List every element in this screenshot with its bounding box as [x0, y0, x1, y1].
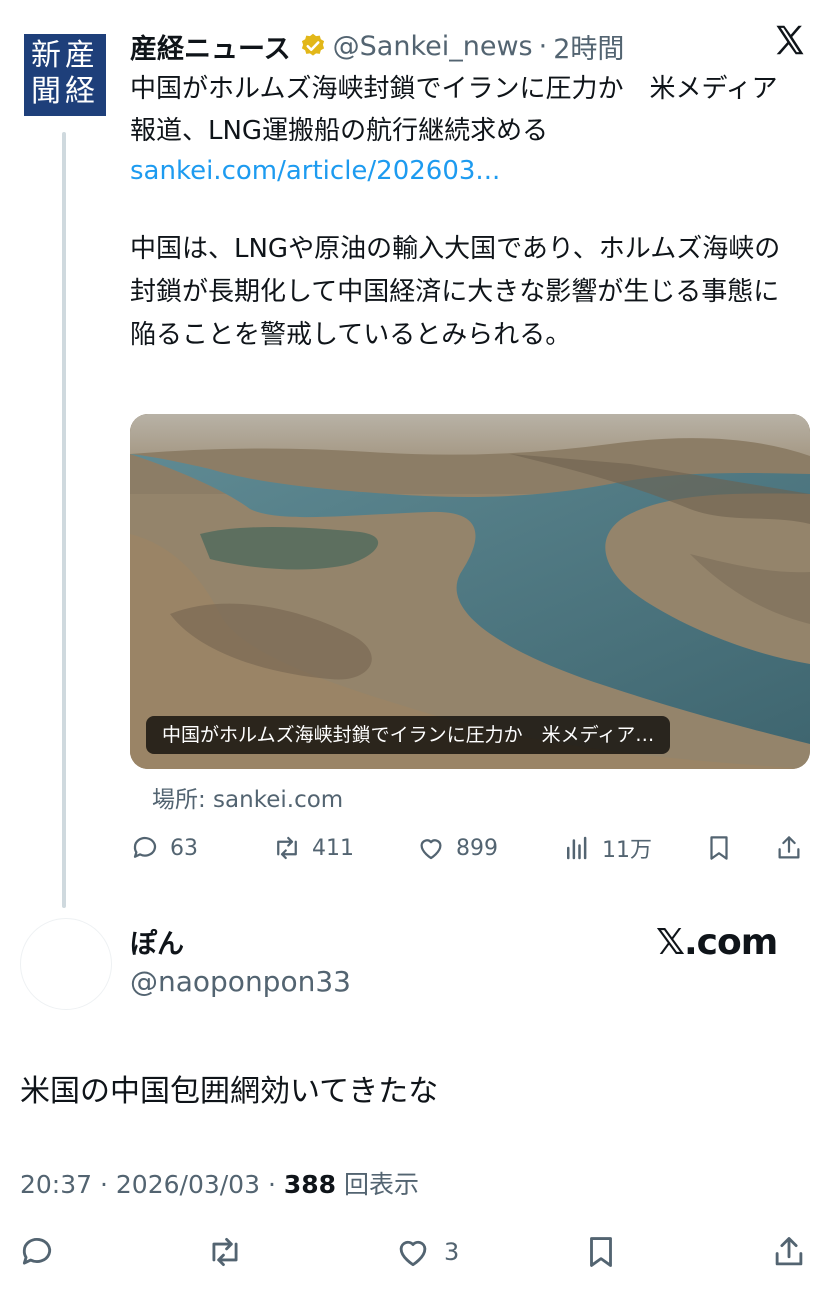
reply-icon — [133, 836, 157, 858]
bookmark-button[interactable] — [704, 828, 744, 868]
card-source[interactable]: 場所: sankei.com — [152, 780, 343, 814]
repost-count: 411 — [312, 835, 354, 861]
sankei-logo[interactable]: 新産 聞経 — [24, 34, 106, 116]
logo-text-top: 新産 — [31, 38, 99, 73]
repost-button[interactable]: 411 — [272, 828, 354, 868]
reply-text: 米国の中国包囲網効いてきたな — [20, 1074, 439, 1109]
reply-like-count: 3 — [444, 1238, 460, 1266]
separator-dot: · — [538, 30, 548, 62]
views-button[interactable]: 11万 — [562, 828, 652, 868]
quoted-action-bar: 63 411 899 11万 — [130, 828, 810, 868]
x-logo-icon[interactable] — [770, 22, 810, 62]
meta-separator: · — [100, 1170, 116, 1199]
heart-icon — [420, 839, 442, 860]
bookmark-icon — [710, 836, 728, 860]
repost-icon — [212, 1237, 238, 1267]
reply-time[interactable]: 20:37 — [20, 1170, 92, 1199]
reply-reply-button[interactable] — [18, 1230, 56, 1274]
article-link[interactable]: sankei.com/article/202603... — [130, 150, 500, 192]
bookmark-icon — [590, 1237, 612, 1267]
reply-views-label: 回表示 — [344, 1170, 420, 1199]
quoted-author-name[interactable]: 産経ニュース — [130, 27, 291, 66]
reply-count: 63 — [170, 835, 198, 861]
quoted-title: 中国がホルムズ海峡封鎖でイランに圧力か 米メディア報道、LNG運搬船の航行継続求… — [130, 74, 778, 146]
quoted-body: 中国は、LNGや原油の輸入大国であり、ホルムズ海峡の封鎖が長期化して中国経済に大… — [130, 234, 781, 350]
reply-repost-button[interactable] — [206, 1230, 244, 1274]
views-chart-icon — [567, 836, 587, 860]
share-icon — [778, 836, 800, 859]
reply-icon — [22, 1237, 52, 1265]
quoted-header: 産経ニュース @Sankei_news · 2時間 — [130, 26, 730, 66]
reply-handle[interactable]: @naoponpon33 — [130, 965, 351, 998]
quoted-time[interactable]: 2時間 — [553, 27, 624, 66]
share-button[interactable] — [774, 828, 814, 868]
reply-button[interactable]: 63 — [130, 828, 198, 868]
like-button[interactable]: 899 — [416, 828, 498, 868]
like-count: 899 — [456, 835, 498, 861]
avatar[interactable] — [20, 918, 112, 1010]
reply-meta: 20:37 · 2026/03/03 · 388 回表示 — [20, 1165, 419, 1201]
link-card[interactable]: 中国がホルムズ海峡封鎖でイランに圧力か 米メディア… — [130, 414, 810, 769]
reply-views-count: 388 — [283, 1170, 337, 1199]
views-count: 11万 — [602, 838, 652, 863]
share-icon — [775, 1237, 803, 1266]
reply-bookmark-button[interactable] — [582, 1230, 620, 1274]
card-caption: 中国がホルムズ海峡封鎖でイランに圧力か 米メディア… — [146, 716, 671, 754]
reply-like-button[interactable]: 3 — [394, 1230, 459, 1274]
verified-badge-icon — [301, 33, 324, 56]
quoted-handle[interactable]: @Sankei_news — [333, 31, 533, 62]
meta-separator: · — [267, 1170, 284, 1199]
logo-text-bottom: 聞経 — [31, 74, 99, 109]
source-label: 𝕏.com — [656, 922, 778, 963]
heart-icon — [399, 1240, 427, 1267]
repost-icon — [277, 836, 297, 860]
thread-line — [62, 132, 66, 908]
reply-date[interactable]: 2026/03/03 — [116, 1170, 260, 1199]
reply-action-bar: 3 — [0, 1230, 828, 1274]
reply-author-name[interactable]: ぽん — [130, 922, 184, 961]
reply-share-button[interactable] — [770, 1230, 808, 1274]
